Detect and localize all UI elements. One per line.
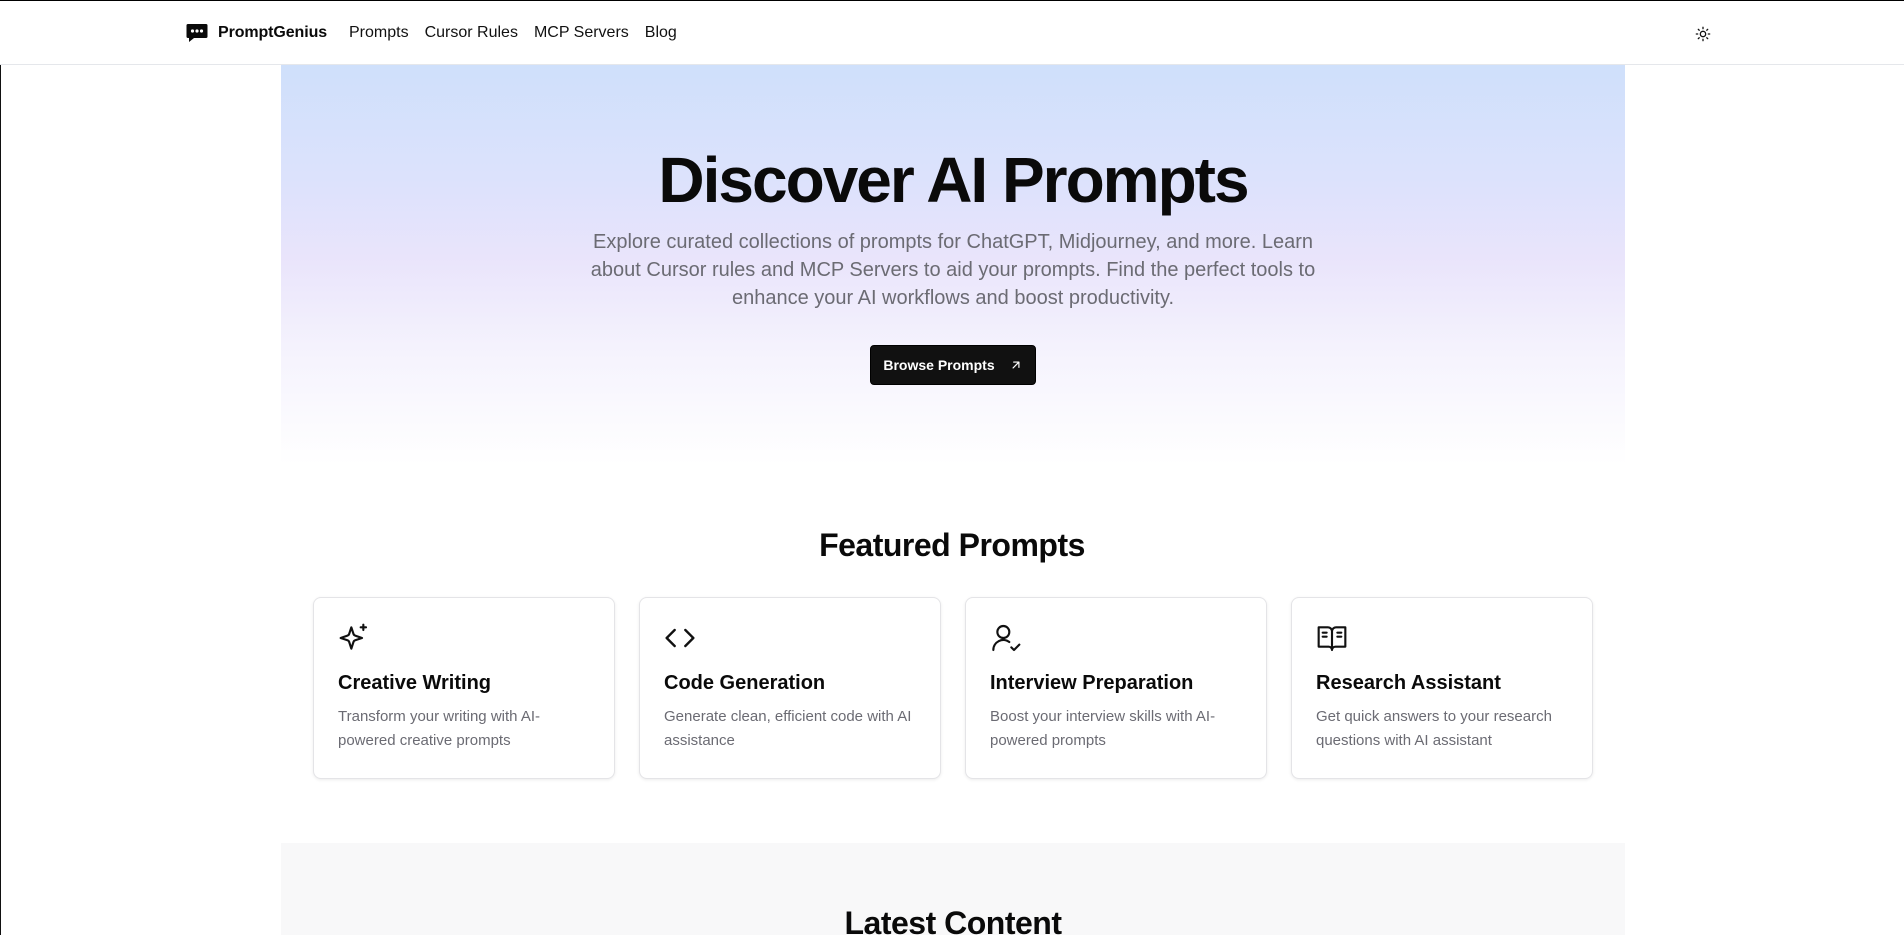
sparkles-icon (339, 623, 368, 650)
nav-blog[interactable]: Blog (645, 23, 677, 43)
main-nav: Prompts Cursor Rules MCP Servers Blog (349, 23, 677, 43)
card-title: Research Assistant (1316, 672, 1501, 694)
book-open-icon (1317, 626, 1347, 652)
card-title: Creative Writing (338, 672, 491, 694)
card-code-generation[interactable]: Code Generation Generate clean, efficien… (639, 597, 941, 779)
hero-subtitle: Explore curated collections of prompts f… (590, 231, 1316, 309)
card-description: Transform your writing with AI-powered c… (338, 708, 540, 749)
site-header: PromptGenius Prompts Cursor Rules MCP Se… (0, 1, 1904, 65)
sun-icon (1695, 26, 1711, 42)
hero-title: Discover AI Prompts (658, 144, 1249, 216)
card-interview-preparation[interactable]: Interview Preparation Boost your intervi… (965, 597, 1267, 779)
card-creative-writing[interactable]: Creative Writing Transform your writing … (313, 597, 615, 779)
brand-link[interactable]: PromptGenius (186, 23, 327, 43)
nav-prompts[interactable]: Prompts (349, 23, 409, 43)
browse-prompts-label: Browse Prompts (883, 357, 995, 373)
card-description: Generate clean, efficient code with AI a… (664, 708, 912, 749)
featured-prompts-heading: Featured Prompts (819, 527, 1085, 563)
arrow-up-right-icon (1012, 361, 1020, 369)
nav-mcp-servers[interactable]: MCP Servers (534, 23, 629, 43)
card-research-assistant[interactable]: Research Assistant Get quick answers to … (1291, 597, 1593, 779)
brand-name: PromptGenius (218, 24, 328, 41)
chat-bubble-icon (186, 24, 208, 42)
featured-cards: Creative Writing Transform your writing … (313, 597, 1593, 779)
theme-toggle-button[interactable] (1692, 23, 1714, 45)
browse-prompts-button[interactable]: Browse Prompts (870, 345, 1036, 385)
window-left-border (0, 55, 1, 935)
nav-cursor-rules[interactable]: Cursor Rules (425, 23, 518, 43)
latest-content-section: Latest Content (281, 843, 1625, 941)
hero-section: Discover AI Prompts Explore curated coll… (281, 65, 1625, 465)
code-icon (665, 628, 695, 648)
user-check-icon (992, 624, 1021, 652)
card-description: Boost your interview skills with AI-powe… (990, 708, 1216, 749)
card-description: Get quick answers to your research quest… (1316, 708, 1552, 749)
card-title: Code Generation (664, 672, 826, 694)
card-title: Interview Preparation (990, 672, 1194, 694)
latest-content-heading: Latest Content (844, 905, 1063, 941)
